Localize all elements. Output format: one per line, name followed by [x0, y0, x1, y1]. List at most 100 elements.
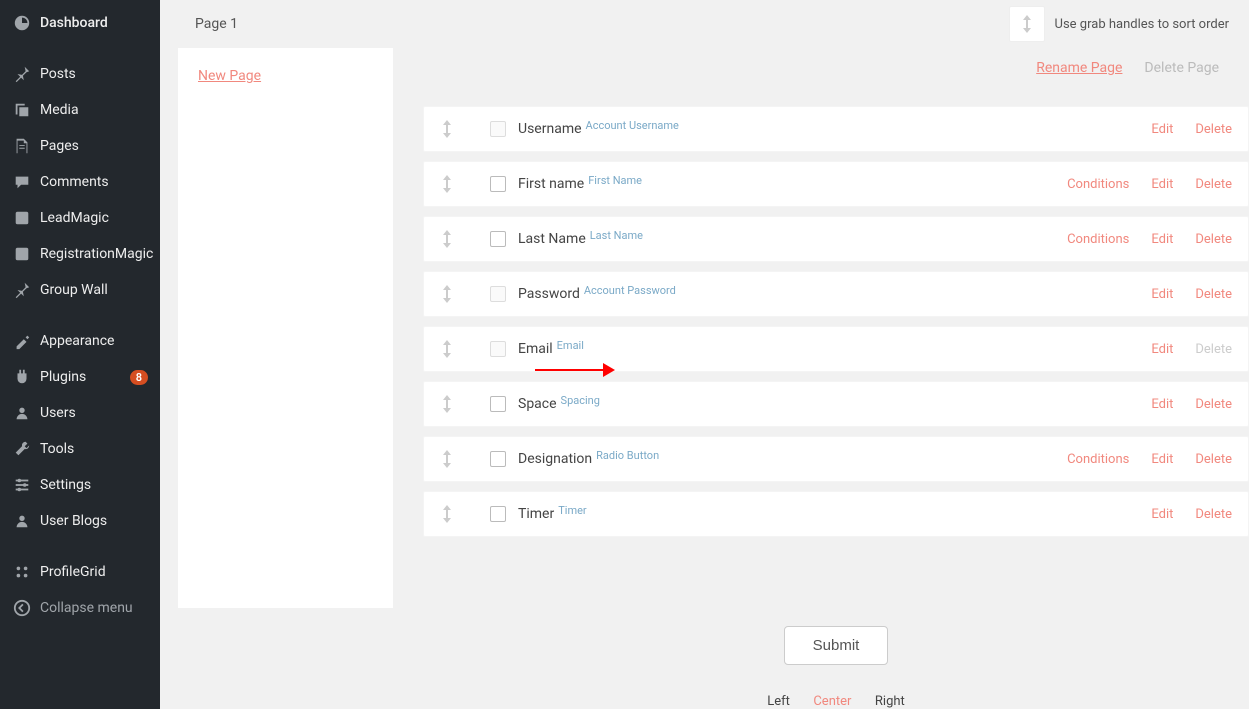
pages-panel: New Page: [178, 48, 393, 608]
media-icon: [12, 100, 32, 120]
nav-registrationmagic[interactable]: RegistrationMagic: [0, 236, 160, 272]
page-title: Page 1: [180, 16, 1009, 32]
field-delete-link[interactable]: Delete: [1195, 232, 1232, 247]
field-delete-link: Delete: [1195, 342, 1232, 357]
nav-appearance[interactable]: Appearance: [0, 323, 160, 359]
drag-handle-icon[interactable]: [440, 175, 460, 193]
nav-item-label: Dashboard: [40, 15, 148, 31]
nav-comments[interactable]: Comments: [0, 164, 160, 200]
nav-media[interactable]: Media: [0, 92, 160, 128]
comments-icon: [12, 172, 32, 192]
nav-collapse-menu[interactable]: Collapse menu: [0, 590, 160, 626]
field-edit-link[interactable]: Edit: [1151, 122, 1173, 137]
field-delete-link[interactable]: Delete: [1195, 507, 1232, 522]
rename-page-link[interactable]: Rename Page: [1036, 60, 1122, 76]
field-type: Spacing: [561, 394, 600, 407]
field-conditions-link[interactable]: Conditions: [1067, 452, 1129, 467]
fields-area: Rename Page Delete Page UsernameAccount …: [393, 48, 1249, 709]
field-delete-link[interactable]: Delete: [1195, 287, 1232, 302]
nav-user-blogs[interactable]: User Blogs: [0, 503, 160, 539]
nav-item-label: Group Wall: [40, 282, 148, 298]
drag-handle-icon[interactable]: [440, 230, 460, 248]
nav-leadmagic[interactable]: LeadMagic: [0, 200, 160, 236]
align-left[interactable]: Left: [767, 694, 790, 709]
dashboard-icon: [12, 13, 32, 33]
nav-settings[interactable]: Settings: [0, 467, 160, 503]
field-delete-link[interactable]: Delete: [1195, 177, 1232, 192]
nav-tools[interactable]: Tools: [0, 431, 160, 467]
generic-icon: [12, 244, 32, 264]
submit-button[interactable]: Submit: [784, 626, 889, 665]
field-delete-link[interactable]: Delete: [1195, 122, 1232, 137]
alignment-row: Left Center Right: [423, 685, 1249, 709]
drag-handle-icon[interactable]: [440, 505, 460, 523]
nav-profilegrid[interactable]: ProfileGrid: [0, 554, 160, 590]
pages-icon: [12, 136, 32, 156]
pin-icon: [12, 64, 32, 84]
nav-item-label: Tools: [40, 441, 148, 457]
main-content: Page 1 Use grab handles to sort order Ne…: [160, 0, 1249, 709]
pin-icon: [12, 280, 32, 300]
field-type: Email: [557, 339, 584, 352]
field-edit-link[interactable]: Edit: [1151, 287, 1173, 302]
collapse-icon: [12, 598, 32, 618]
field-name: Username: [518, 121, 582, 137]
drag-handle-icon[interactable]: [440, 285, 460, 303]
align-right[interactable]: Right: [875, 694, 905, 709]
field-delete-link[interactable]: Delete: [1195, 397, 1232, 412]
field-edit-link[interactable]: Edit: [1151, 342, 1173, 357]
nav-dashboard[interactable]: Dashboard: [0, 5, 160, 41]
nav-item-label: Plugins: [40, 369, 124, 385]
field-row: Space Spacing Edit Delete: [423, 381, 1249, 427]
settings-icon: [12, 475, 32, 495]
nav-item-label: RegistrationMagic: [40, 246, 153, 262]
field-edit-link[interactable]: Edit: [1151, 232, 1173, 247]
update-badge: 8: [130, 370, 148, 385]
plugins-icon: [12, 367, 32, 387]
nav-item-label: Pages: [40, 138, 148, 154]
tools-icon: [12, 439, 32, 459]
field-checkbox[interactable]: [490, 396, 506, 412]
nav-posts[interactable]: Posts: [0, 56, 160, 92]
field-delete-link[interactable]: Delete: [1195, 452, 1232, 467]
field-checkbox[interactable]: [490, 451, 506, 467]
field-checkbox[interactable]: [490, 176, 506, 192]
page-actions: Rename Page Delete Page: [423, 48, 1249, 106]
nav-item-label: Appearance: [40, 333, 148, 349]
field-edit-link[interactable]: Edit: [1151, 397, 1173, 412]
drag-handle-icon[interactable]: [440, 450, 460, 468]
nav-users[interactable]: Users: [0, 395, 160, 431]
nav-group-wall[interactable]: Group Wall: [0, 272, 160, 308]
nav-item-label: Media: [40, 102, 148, 118]
field-checkbox[interactable]: [490, 506, 506, 522]
field-edit-link[interactable]: Edit: [1151, 507, 1173, 522]
drag-handle-icon[interactable]: [440, 340, 460, 358]
field-name: Email: [518, 341, 553, 357]
nav-item-label: Settings: [40, 477, 148, 493]
nav-plugins[interactable]: Plugins 8: [0, 359, 160, 395]
field-conditions-link[interactable]: Conditions: [1067, 232, 1129, 247]
appearance-icon: [12, 331, 32, 351]
align-center[interactable]: Center: [813, 694, 851, 709]
sort-hint-text: Use grab handles to sort order: [1055, 17, 1229, 32]
field-name: Designation: [518, 451, 592, 467]
field-name: Password: [518, 286, 580, 302]
generic-icon: [12, 208, 32, 228]
field-type: First Name: [588, 174, 642, 187]
field-conditions-link[interactable]: Conditions: [1067, 177, 1129, 192]
field-name: Timer: [518, 506, 554, 522]
admin-sidebar: Dashboard Posts Media Pages CommentsLeadMagi…: [0, 0, 160, 709]
field-edit-link[interactable]: Edit: [1151, 177, 1173, 192]
field-row: TimerTimerEditDelete: [423, 491, 1249, 537]
sort-handle-icon: [1009, 6, 1045, 42]
new-page-link[interactable]: New Page: [198, 68, 261, 84]
nav-pages[interactable]: Pages: [0, 128, 160, 164]
field-name: Space: [518, 396, 557, 412]
submit-area: Submit: [423, 546, 1249, 685]
delete-page-link: Delete Page: [1144, 60, 1219, 76]
drag-handle-icon[interactable]: [440, 120, 460, 138]
drag-handle-icon[interactable]: [440, 395, 460, 413]
topbar: Page 1 Use grab handles to sort order: [160, 0, 1249, 48]
field-checkbox[interactable]: [490, 231, 506, 247]
field-edit-link[interactable]: Edit: [1151, 452, 1173, 467]
